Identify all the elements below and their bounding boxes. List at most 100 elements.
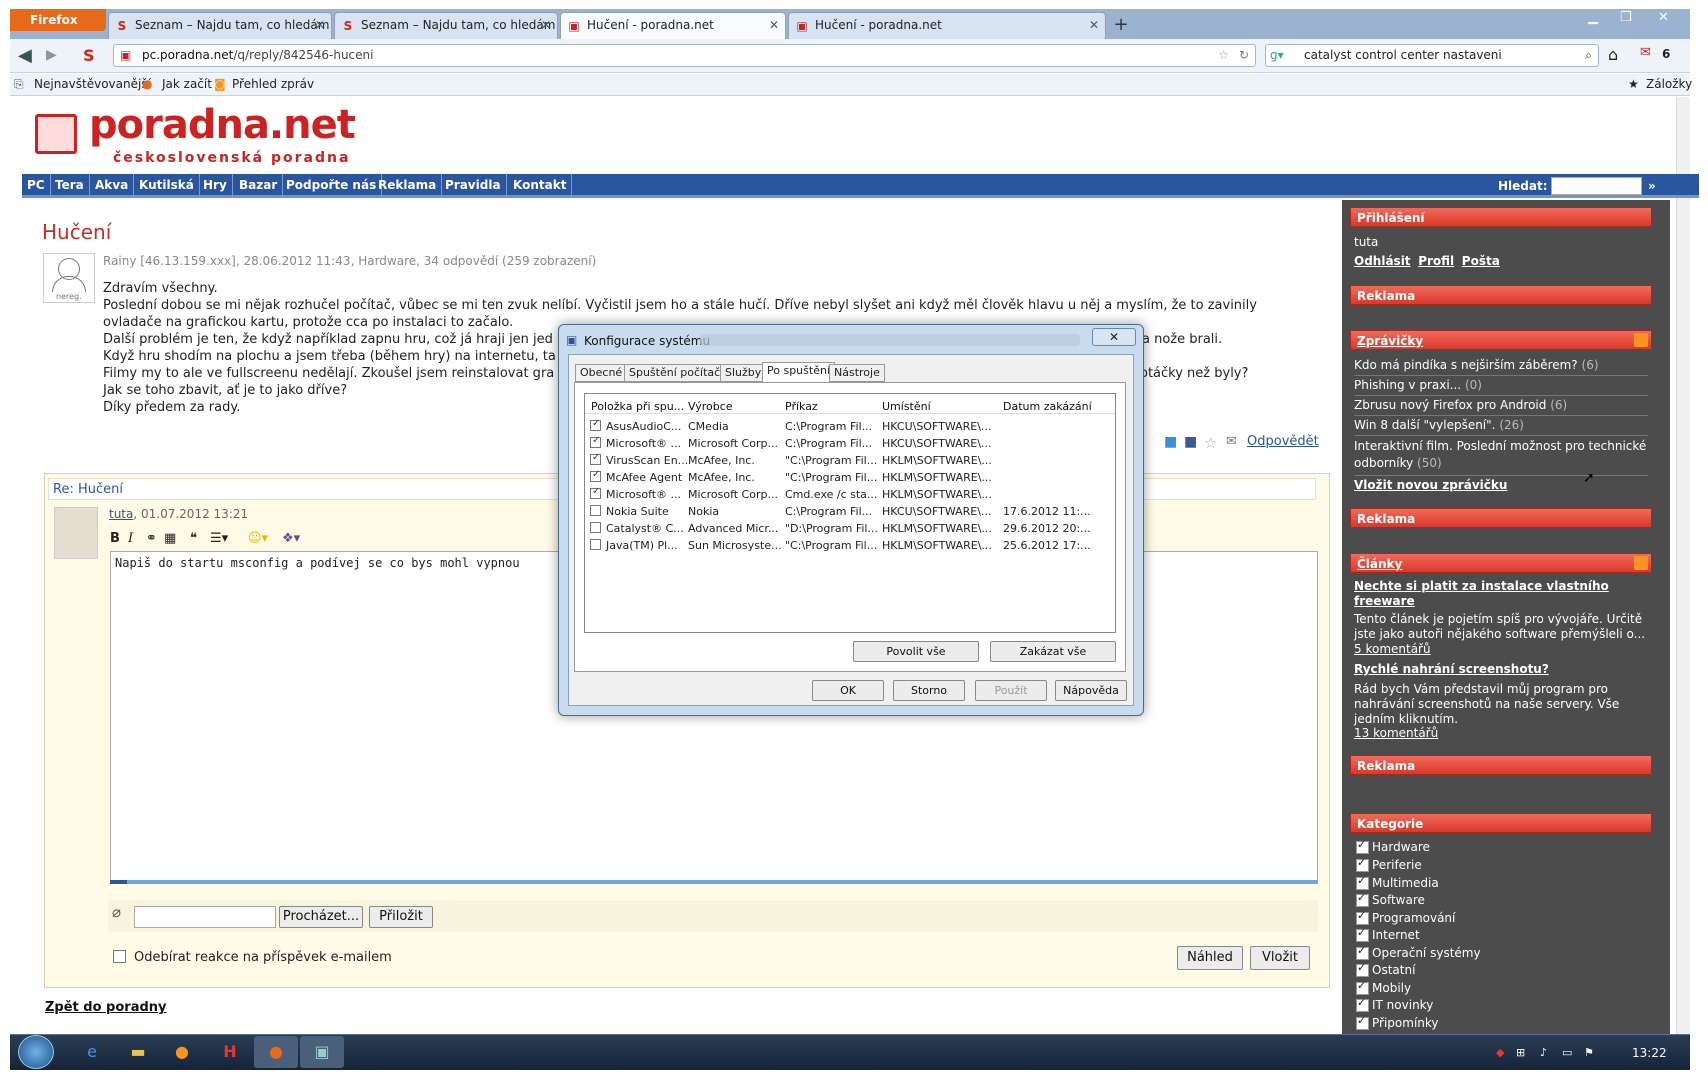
menu-item[interactable]: Bazar	[234, 174, 284, 198]
row-checkbox[interactable]	[590, 486, 601, 499]
category-checkbox[interactable]: Software	[1356, 891, 1425, 907]
table-row[interactable]: Nokia Suite Nokia C:\Program Fil... HKCU…	[590, 505, 1110, 521]
column-header[interactable]: Příkaz	[785, 400, 818, 413]
news-item[interactable]: Interaktivní film. Poslední možnost pro …	[1354, 438, 1648, 476]
menu-item[interactable]: Pravidla	[440, 174, 507, 198]
browser-tab[interactable]: ▣ Hučení - poradna.net ✕	[788, 12, 1106, 39]
browser-tab[interactable]: S Seznam – Najdu tam, co hledám ✕	[108, 12, 332, 39]
mail-icon[interactable]: ✉	[1640, 45, 1651, 60]
row-checkbox[interactable]	[590, 522, 601, 533]
rss-icon[interactable]	[1634, 556, 1648, 570]
close-icon[interactable]: ✕	[315, 13, 325, 38]
table-row[interactable]: VirusScan En... McAfee, Inc. "C:\Program…	[590, 452, 1110, 470]
category-checkbox[interactable]: IT novinky	[1356, 996, 1433, 1012]
menu-item[interactable]: Hry	[198, 174, 233, 198]
star-icon[interactable]: ☆	[1204, 434, 1217, 452]
italic-icon[interactable]: I	[128, 531, 133, 546]
table-row[interactable]: Catalyst® C... Advanced Micr... "D:\Prog…	[590, 522, 1110, 538]
menu-item[interactable]: Reklama	[373, 174, 443, 198]
link-icon[interactable]: ⚭	[146, 531, 157, 546]
site-logo[interactable]: poradna.net československá poradna	[35, 102, 356, 170]
list-icon[interactable]: ☰▾	[210, 531, 228, 546]
home-icon[interactable]: ⌂	[1608, 45, 1618, 64]
column-header[interactable]: Umístění	[882, 400, 931, 413]
category-checkbox[interactable]: Hardware	[1356, 838, 1430, 854]
enable-all-button[interactable]: Povolit vše	[853, 641, 979, 662]
profile-link[interactable]: Profil	[1418, 254, 1454, 268]
start-button[interactable]	[18, 1035, 54, 1069]
menu-item[interactable]: Akva	[90, 174, 135, 198]
close-icon[interactable]: ✕	[1089, 13, 1099, 38]
table-row[interactable]: Microsoft® ... Microsoft Corp... C:\Prog…	[590, 435, 1110, 453]
row-checkbox[interactable]	[590, 435, 601, 448]
row-checkbox[interactable]	[590, 505, 601, 516]
mail-link[interactable]: Pošta	[1462, 254, 1500, 268]
editor-resize-bar[interactable]	[110, 880, 1318, 884]
close-icon[interactable]: ✕	[541, 13, 551, 38]
column-header[interactable]: Položka při spu...	[591, 400, 684, 413]
attach-button[interactable]: Přiložit	[369, 906, 433, 928]
tab-tools[interactable]: Nástroje	[829, 364, 885, 382]
category-checkbox[interactable]: Multimedia	[1356, 874, 1439, 890]
row-checkbox[interactable]	[590, 452, 601, 465]
bold-icon[interactable]: B	[110, 531, 120, 546]
add-news-link[interactable]: Vložit novou zprávičku	[1354, 478, 1507, 492]
minimize-icon[interactable]: ▁	[1588, 10, 1598, 25]
back-link[interactable]: Zpět do poradny	[45, 1000, 167, 1015]
category-checkbox[interactable]: Periferie	[1356, 856, 1422, 872]
bookmark-item[interactable]: Přehled zpráv	[232, 77, 314, 91]
category-checkbox[interactable]: Připomínky	[1356, 1014, 1439, 1030]
close-window-icon[interactable]: ✕	[1658, 10, 1669, 25]
category-checkbox[interactable]: Ostatní	[1356, 961, 1415, 977]
news-item[interactable]: Win 8 další "vylepšení". (26)	[1354, 418, 1648, 436]
file-input[interactable]	[134, 906, 276, 928]
table-row[interactable]: AsusAudioC... CMedia C:\Program Fil... H…	[590, 418, 1110, 436]
apply-button[interactable]: Použít	[975, 680, 1047, 701]
articles-box-title[interactable]: Články	[1350, 553, 1652, 573]
table-row[interactable]: McAfee Agent McAfee, Inc. "C:\Program Fi…	[590, 469, 1110, 487]
maximize-icon[interactable]: ❐	[1620, 10, 1632, 25]
dialog-close-button[interactable]: ✕	[1092, 328, 1136, 346]
url-bar[interactable]: ▣ pc.poradna.net/q/reply/842546-huceni ☆…	[113, 44, 1256, 67]
column-header[interactable]: Výrobce	[688, 400, 733, 413]
table-row[interactable]: Java(TM) Pl... Sun Microsyste... "C:\Pro…	[590, 539, 1110, 555]
news-box-title[interactable]: Zprávičky	[1350, 330, 1652, 350]
category-checkbox[interactable]: Mobily	[1356, 979, 1411, 995]
back-icon[interactable]: ◀	[18, 45, 32, 66]
category-checkbox[interactable]: Programování	[1356, 909, 1455, 925]
subscribe-checkbox[interactable]	[113, 950, 126, 963]
menu-item[interactable]: Podpořte nás	[281, 174, 383, 198]
article-comments-link[interactable]: 5 komentářů	[1354, 642, 1431, 656]
browse-button[interactable]: Procházet...	[279, 906, 363, 928]
reply-link[interactable]: Odpovědět	[1247, 434, 1319, 449]
cancel-button[interactable]: Storno	[893, 680, 965, 701]
logout-link[interactable]: Odhlásit	[1354, 254, 1411, 268]
browser-tab-active[interactable]: ▣ Hučení - poradna.net ✕	[560, 12, 786, 39]
volume-icon[interactable]: ♪	[1540, 1046, 1554, 1060]
help-button[interactable]: Nápověda	[1055, 680, 1127, 701]
email-icon[interactable]: ✉	[1226, 434, 1237, 449]
news-item[interactable]: Kdo má pindíka s nejširším záběrem? (6)	[1354, 358, 1648, 376]
quote-icon[interactable]: ❝	[190, 531, 197, 546]
article-title[interactable]: Nechte si platit za instalace vlastního …	[1354, 579, 1646, 609]
app-icon[interactable]: ●	[160, 1036, 204, 1068]
close-icon[interactable]: ✕	[769, 13, 779, 38]
article-comments-link[interactable]: 13 komentářů	[1354, 726, 1438, 740]
author-link[interactable]: tuta	[109, 507, 133, 521]
facebook-icon[interactable]: ■	[1184, 434, 1197, 450]
forward-icon[interactable]: ▶	[46, 47, 57, 63]
search-icon[interactable]: ⌕	[1585, 45, 1592, 66]
row-checkbox[interactable]	[590, 418, 601, 431]
bookmark-item[interactable]: Jak začít	[162, 77, 212, 91]
clock[interactable]: 13:22	[1632, 1046, 1667, 1060]
internet-explorer-icon[interactable]: e	[70, 1036, 114, 1068]
seznam-home-icon[interactable]: S	[83, 46, 95, 65]
browser-tab[interactable]: S Seznam – Najdu tam, co hledám ✕	[334, 12, 558, 39]
menu-item[interactable]: Kutilská	[134, 174, 200, 198]
menu-item[interactable]: PC	[22, 174, 51, 198]
article-title[interactable]: Rychlé nahrání screenshotu?	[1354, 662, 1646, 676]
column-header[interactable]: Datum zakázání	[1003, 400, 1092, 413]
network-icon[interactable]: ⊞	[1516, 1046, 1530, 1060]
site-search-button[interactable]: »	[1648, 179, 1656, 193]
firefox-menu-button[interactable]: Firefox	[10, 9, 106, 31]
